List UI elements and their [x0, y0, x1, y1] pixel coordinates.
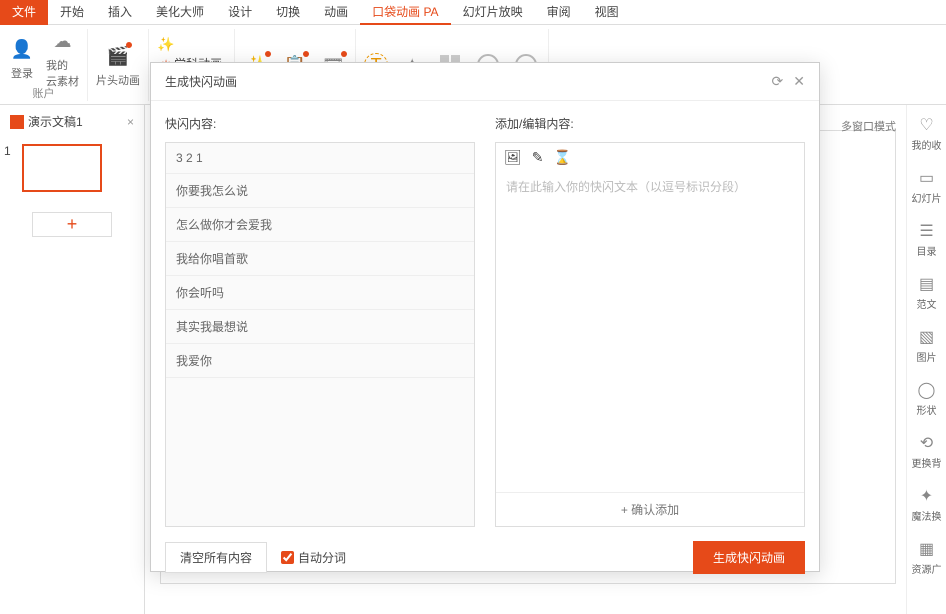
slide-thumbnail[interactable]: 1	[4, 144, 140, 192]
list-item[interactable]: 我给你唱首歌	[166, 242, 474, 276]
right-sidebar: ♡我的收 ▭幻灯片 ☰目录 ▤范文 ▧图片 ◯形状 ⟲更换背 ✦魔法换 ▦资源广	[906, 105, 946, 614]
sidebar-slides[interactable]: ▭幻灯片	[912, 168, 942, 205]
auto-segment-checkbox[interactable]: 自动分词	[281, 549, 346, 566]
close-doc-icon[interactable]: ×	[127, 115, 134, 129]
list-item[interactable]: 3 2 1	[166, 143, 474, 174]
right-col-title: 添加/编辑内容:	[495, 115, 805, 132]
list-item[interactable]: 我爱你	[166, 344, 474, 378]
sidebar-image[interactable]: ▧图片	[917, 327, 937, 364]
sidebar-favorites[interactable]: ♡我的收	[912, 115, 942, 152]
list-item[interactable]: 怎么做你才会爱我	[166, 208, 474, 242]
ribbon-tabs: 文件 开始 插入 美化大师 设计 切换 动画 口袋动画 PA 幻灯片放映 审阅 …	[0, 0, 946, 25]
sidebar-toc[interactable]: ☰目录	[917, 221, 937, 258]
list-item[interactable]: 你要我怎么说	[166, 174, 474, 208]
user-icon: 👤	[8, 35, 36, 63]
refresh-icon[interactable]: ⟳	[772, 73, 784, 90]
clip-anim-button[interactable]: 🎬片头动画	[96, 42, 140, 88]
swap-icon: ⟲	[920, 433, 933, 453]
slides-icon: ▭	[919, 168, 934, 188]
slide-number: 1	[4, 144, 16, 192]
ppt-icon	[10, 115, 24, 129]
slides-panel: 演示文稿1 × 1 +	[0, 105, 145, 614]
tab-design[interactable]: 设计	[216, 0, 264, 25]
flash-text-input[interactable]	[496, 172, 804, 492]
slide-preview	[22, 144, 102, 192]
grid-icon: ▦	[919, 539, 934, 559]
tab-insert[interactable]: 插入	[96, 0, 144, 25]
sidebar-background[interactable]: ⟲更换背	[912, 433, 942, 470]
sidebar-magic[interactable]: ✦魔法换	[912, 486, 942, 523]
image-icon: ▧	[919, 327, 934, 347]
sidebar-resources[interactable]: ▦资源广	[912, 539, 942, 576]
magic-icon: ✦	[920, 486, 933, 506]
left-col-title: 快闪内容:	[165, 115, 475, 132]
tab-slideshow[interactable]: 幻灯片放映	[451, 0, 535, 25]
document-name: 演示文稿1	[28, 113, 83, 130]
clapper-icon: 🎬	[104, 42, 132, 70]
edit-box: 🖼 ✎ ⌛ + 确认添加	[495, 142, 805, 527]
close-icon[interactable]: ✕	[793, 73, 805, 90]
sidebar-template[interactable]: ▤范文	[917, 274, 937, 311]
tab-review[interactable]: 审阅	[535, 0, 583, 25]
flash-dialog: 生成快闪动画 ⟳ ✕ 快闪内容: 3 2 1 你要我怎么说 怎么做你才会爱我 我…	[150, 62, 820, 572]
sparkle-icon: ✨	[157, 35, 175, 53]
tab-transition[interactable]: 切换	[264, 0, 312, 25]
cloud-button[interactable]: ☁我的 云素材	[46, 27, 79, 89]
tab-start[interactable]: 开始	[48, 0, 96, 25]
tab-file[interactable]: 文件	[0, 0, 48, 25]
group-label-account: 账户	[33, 85, 55, 101]
login-button[interactable]: 👤登录	[8, 35, 36, 81]
list-item[interactable]: 你会听吗	[166, 276, 474, 310]
add-slide-button[interactable]: +	[32, 212, 112, 237]
multi-window-mode[interactable]: 多窗口模式	[841, 118, 896, 134]
tab-pocket[interactable]: 口袋动画 PA	[360, 0, 450, 25]
shape-icon: ◯	[918, 380, 936, 400]
tab-beauty[interactable]: 美化大师	[144, 0, 216, 25]
confirm-add-button[interactable]: + 确认添加	[496, 492, 804, 526]
clear-all-button[interactable]: 清空所有内容	[165, 542, 267, 573]
generate-button[interactable]: 生成快闪动画	[693, 541, 805, 574]
eyedropper-icon[interactable]: ✎	[532, 149, 544, 166]
document-tab[interactable]: 演示文稿1 ×	[4, 109, 140, 134]
hourglass-icon[interactable]: ⌛	[554, 149, 571, 166]
doc-icon: ▤	[919, 274, 934, 294]
image-icon[interactable]: 🖼	[504, 149, 522, 166]
tab-anim[interactable]: 动画	[312, 0, 360, 25]
flash-content-list: 3 2 1 你要我怎么说 怎么做你才会爱我 我给你唱首歌 你会听吗 其实我最想说…	[165, 142, 475, 527]
list-item[interactable]: 其实我最想说	[166, 310, 474, 344]
cloud-icon: ☁	[49, 27, 77, 55]
list-icon: ☰	[919, 221, 933, 241]
heart-icon: ♡	[919, 115, 933, 135]
tab-view[interactable]: 视图	[583, 0, 631, 25]
sidebar-shape[interactable]: ◯形状	[917, 380, 937, 417]
sparkle-button[interactable]: ✨	[157, 35, 175, 53]
dialog-title: 生成快闪动画	[165, 73, 237, 90]
